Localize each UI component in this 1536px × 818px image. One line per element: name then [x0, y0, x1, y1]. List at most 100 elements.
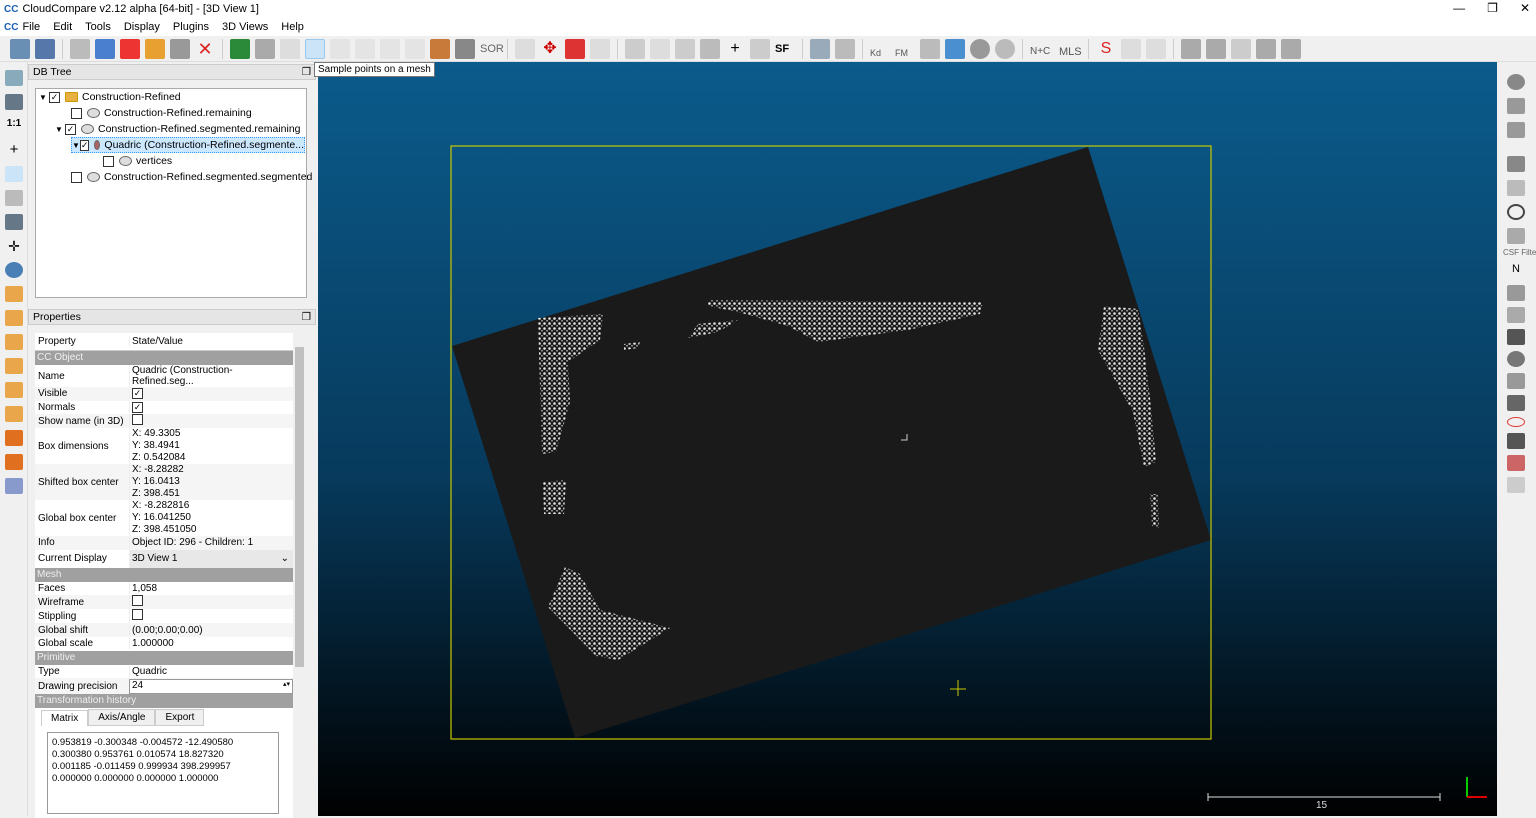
front-iso-icon[interactable]: [5, 430, 23, 446]
csm-icon[interactable]: [1507, 122, 1525, 138]
plugin-icon[interactable]: [1507, 455, 1525, 471]
menu-display[interactable]: Display: [124, 21, 160, 33]
current-display-select[interactable]: 3D View 1 ⌄: [129, 549, 293, 568]
plus-icon[interactable]: +: [725, 39, 745, 59]
tree-item[interactable]: ▼ ✓ Construction-Refined.segmented.remaini…: [55, 121, 301, 137]
tree-item[interactable]: vertices: [103, 153, 172, 169]
ellipse-icon[interactable]: [1507, 417, 1525, 427]
sf-icon[interactable]: SF: [775, 39, 795, 59]
cancel-icon[interactable]: [1507, 74, 1525, 90]
m3c2-icon[interactable]: [1507, 307, 1525, 323]
back-view-icon[interactable]: [5, 358, 23, 374]
nc-icon[interactable]: N+C: [1030, 39, 1054, 59]
measure-icon[interactable]: [1507, 477, 1525, 493]
checkbox[interactable]: [71, 171, 82, 183]
merge-icon[interactable]: [145, 38, 165, 59]
clone-icon[interactable]: [170, 38, 190, 59]
properties-scrollbar[interactable]: [293, 333, 306, 813]
wireframe-checkbox[interactable]: [132, 595, 143, 607]
menu-edit[interactable]: Edit: [53, 21, 72, 33]
tree-item-selected[interactable]: ▼ ✓ Quadric (Construction-Refined.segmente…: [71, 137, 305, 153]
cc-icon[interactable]: [405, 38, 425, 59]
fm-icon[interactable]: FM: [895, 39, 915, 59]
arch-icon[interactable]: [1507, 433, 1525, 449]
back-iso-icon[interactable]: [5, 454, 23, 470]
points-icon[interactable]: [330, 38, 350, 59]
normals-icon[interactable]: [230, 38, 250, 59]
checkbox[interactable]: ✓: [49, 91, 60, 103]
menu-file[interactable]: File: [22, 21, 40, 33]
tool2-icon[interactable]: [1146, 38, 1166, 59]
gear-icon[interactable]: [1507, 395, 1525, 411]
calc-icon[interactable]: [750, 38, 770, 59]
menu-tools[interactable]: Tools: [85, 21, 111, 33]
camera-icon[interactable]: [5, 94, 23, 110]
matrix-textbox[interactable]: 0.953819 -0.300348 -0.004572 -12.490580 …: [47, 732, 279, 815]
sphere-icon[interactable]: [970, 38, 990, 59]
show-name-checkbox[interactable]: [132, 414, 143, 426]
kd-icon[interactable]: Kd: [870, 39, 890, 59]
restore-button[interactable]: ❐: [1487, 1, 1498, 15]
tree-item[interactable]: Construction-Refined.segmented.segmented: [71, 169, 312, 185]
sphere-icon[interactable]: [1507, 351, 1525, 367]
view5-icon[interactable]: [1281, 38, 1301, 59]
zoom-icon[interactable]: [5, 262, 23, 278]
save-icon[interactable]: [35, 38, 55, 59]
canupo-icon[interactable]: [810, 38, 830, 59]
open-icon[interactable]: [10, 38, 30, 59]
checkbox[interactable]: [71, 107, 82, 119]
float-panel-icon[interactable]: ❐: [302, 65, 311, 79]
stats-icon[interactable]: [650, 38, 670, 59]
add-icon[interactable]: [120, 38, 140, 59]
plugin2-icon[interactable]: [945, 38, 965, 59]
view3-icon[interactable]: [1231, 38, 1251, 59]
name-value[interactable]: Quadric (Construction-Refined.seg...: [129, 365, 293, 387]
auto-pivot-icon[interactable]: [5, 166, 23, 182]
sf-filter-icon[interactable]: [675, 38, 695, 59]
globe-icon[interactable]: [995, 38, 1015, 59]
north-icon[interactable]: N: [1507, 263, 1525, 279]
cube-icon[interactable]: [5, 214, 23, 230]
drawing-precision-spinbox[interactable]: 24 ▴▾: [129, 678, 293, 694]
front-view-icon[interactable]: [5, 310, 23, 326]
checkbox[interactable]: ✓: [65, 123, 76, 135]
top-view-icon[interactable]: [5, 286, 23, 302]
checkbox[interactable]: ✓: [79, 139, 90, 151]
orient-icon[interactable]: [255, 38, 275, 59]
stippling-checkbox[interactable]: [132, 609, 143, 621]
sample-mesh-icon[interactable]: [305, 38, 325, 59]
menu-help[interactable]: Help: [281, 21, 304, 33]
translate-icon[interactable]: ✥: [540, 39, 560, 59]
view-icon[interactable]: [1181, 38, 1201, 59]
distance-icon[interactable]: [355, 38, 375, 59]
sor-icon[interactable]: SOR: [480, 39, 504, 59]
view2-icon[interactable]: [1206, 38, 1226, 59]
section-icon[interactable]: [565, 38, 585, 59]
csf-filter-label[interactable]: CSF Filte: [1503, 248, 1536, 257]
float-panel-icon[interactable]: ❐: [302, 310, 311, 324]
screen-icon[interactable]: [5, 70, 23, 86]
ccb-icon[interactable]: [1507, 98, 1525, 114]
bottom-view-icon[interactable]: [5, 406, 23, 422]
ransac-icon[interactable]: [1507, 373, 1525, 389]
menu-3d-views[interactable]: 3D Views: [222, 21, 268, 33]
classify-icon[interactable]: [835, 38, 855, 59]
checkbox[interactable]: [103, 155, 114, 167]
curve-icon[interactable]: S: [1096, 39, 1116, 59]
pcv-icon[interactable]: [1507, 329, 1525, 345]
tool-icon[interactable]: [1121, 38, 1141, 59]
clapper-icon[interactable]: [1507, 156, 1525, 172]
compass-icon[interactable]: [1507, 204, 1525, 220]
checker-icon[interactable]: [455, 38, 475, 59]
view4-icon[interactable]: [1256, 38, 1276, 59]
scissors-icon[interactable]: [515, 38, 535, 59]
tree-item[interactable]: ▼ ✓ Construction-Refined: [39, 89, 181, 105]
tab-matrix[interactable]: Matrix: [41, 710, 89, 727]
list-icon[interactable]: [95, 38, 115, 59]
statue-icon[interactable]: [430, 38, 450, 59]
settings-icon[interactable]: [70, 38, 90, 59]
spinner-icon[interactable]: ▴▾: [283, 680, 290, 693]
tree-item[interactable]: Construction-Refined.remaining: [71, 105, 252, 121]
delete-icon[interactable]: ✕: [195, 39, 215, 59]
normals-checkbox[interactable]: ✓: [132, 401, 143, 413]
